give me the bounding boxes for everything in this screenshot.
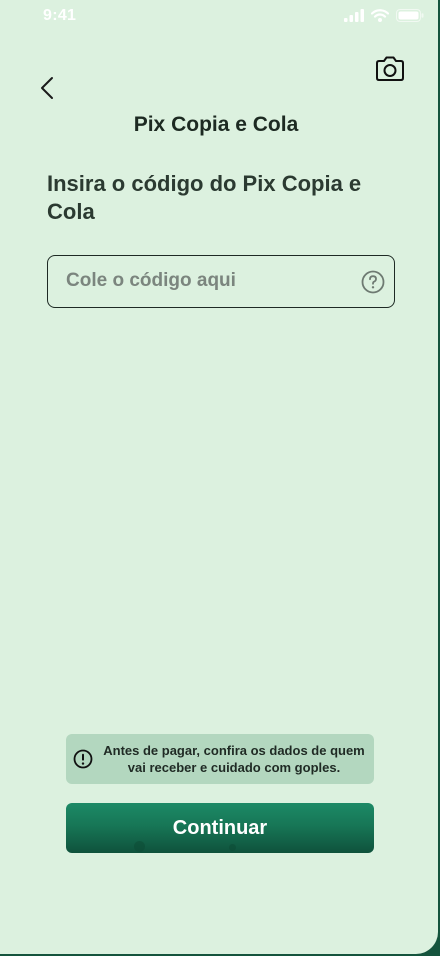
status-icons <box>344 9 424 27</box>
screen: 9:41 Pix Copia e Cola Insira o código do… <box>0 0 438 954</box>
pix-code-input[interactable] <box>66 256 346 306</box>
battery-icon <box>396 9 424 27</box>
instruction-heading: Insira o código do Pix Copia e Cola <box>47 171 362 224</box>
continue-button[interactable]: Continuar <box>66 803 374 853</box>
wifi-icon <box>370 9 390 27</box>
camera-icon <box>374 56 406 87</box>
back-button[interactable] <box>34 76 60 104</box>
status-time: 9:41 <box>43 7 77 24</box>
decorative-dot <box>229 844 236 851</box>
camera-button[interactable] <box>372 56 408 86</box>
page-title: Pix Copia e Cola <box>133 113 299 136</box>
pix-code-field <box>47 255 395 308</box>
status-bar: 9:41 <box>0 0 438 34</box>
chevron-left-icon <box>40 76 54 105</box>
warning-banner: Antes de pagar, confira os dados de quem… <box>66 734 374 784</box>
question-circle-icon[interactable] <box>361 270 385 294</box>
decorative-dot <box>134 841 145 852</box>
signal-icon <box>344 9 364 27</box>
exclamation-circle-icon <box>73 749 93 769</box>
warning-text: Antes de pagar, confira os dados de quem… <box>103 743 365 775</box>
continue-button-label: Continuar <box>172 816 268 839</box>
